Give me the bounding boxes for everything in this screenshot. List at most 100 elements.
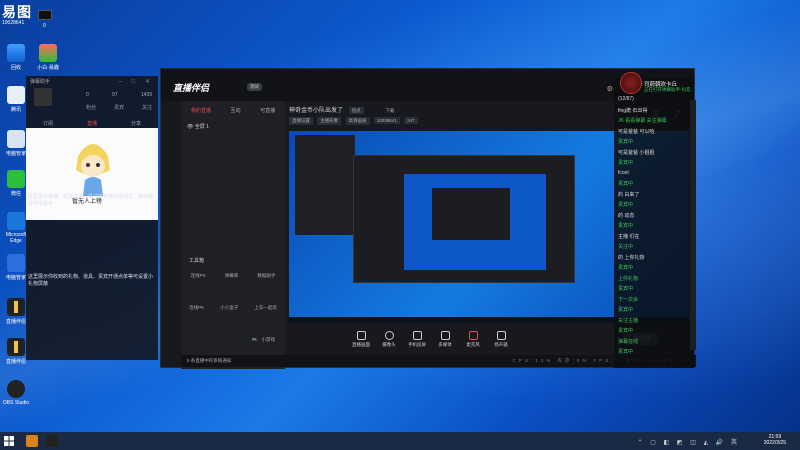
desktop-icon-label: OBS Studio (2, 400, 30, 406)
screen-icon (356, 331, 366, 340)
app-icon (39, 44, 57, 62)
play-icon (440, 331, 450, 340)
comment-overlay: 司蔚朝欢卡丘 正在打开弹幕助手·抖音 (12/87) fing爬 石出得 JK … (614, 72, 694, 368)
tool-row: 🎮 小游戏 (181, 337, 285, 343)
tab-subscribe[interactable]: 订阅 (43, 120, 53, 127)
scene-item[interactable]: 👁 全屏 1 (187, 123, 209, 130)
comment-line: 贵宾中 (618, 222, 692, 229)
comment-text: 白来了 (624, 191, 640, 198)
phone-cast-button[interactable]: 手机投屏 (403, 331, 431, 348)
live-title-text: 神奇金币小队出发了 (289, 108, 344, 114)
streamer-avatar[interactable] (620, 72, 642, 94)
comment-line: 贵宾中 (618, 264, 692, 271)
tool-item[interactable]: 数据助手 (257, 273, 275, 279)
desktop-icon-label: Microsoft Edge (5, 232, 27, 244)
comment-line: fing爬 石出得 (618, 107, 692, 114)
camera-button[interactable]: 摄像头 (375, 331, 403, 348)
desktop-icon-obs[interactable]: OBS Studio (2, 380, 30, 406)
window-controls[interactable]: ‒ □ ✕ (119, 78, 154, 85)
taskbar-live-icon[interactable] (46, 435, 58, 447)
download-label[interactable]: 下载 (385, 108, 394, 113)
tool-item[interactable]: 连线PK (191, 273, 206, 279)
system-tray[interactable]: ⌃ ▢ ◧ ◩ ◫ ◭ 🔊 英 (638, 437, 740, 446)
speaker-button[interactable]: 扬声器 (487, 331, 515, 348)
comment-line: 贵宾中 (618, 306, 692, 313)
comment-line: 的 白来了 (618, 191, 692, 198)
avatar[interactable] (34, 88, 52, 106)
qq-icon (7, 86, 25, 104)
comment-user: 可是爸爸 (618, 149, 639, 156)
control-label: 麦克风 (466, 342, 480, 347)
hint-message: 这里展示弹幕、贵宾进场、关注等开播互动消息，添加弹幕助手提示 (28, 194, 154, 207)
comment-user: 主播 (618, 233, 629, 240)
wechat-icon (7, 170, 25, 188)
edge-icon (7, 212, 25, 230)
control-label: 多媒体 (438, 342, 452, 347)
comment-scrollbar[interactable] (690, 100, 696, 350)
tool-item[interactable]: 小游戏 (262, 337, 276, 343)
notice-text[interactable]: 5 条直播中的系统通知 (187, 358, 231, 363)
sub-tab[interactable]: 贵宾 (114, 104, 124, 111)
eye-icon[interactable]: 👁 (187, 124, 193, 130)
comment-text: 贵宾中 (618, 328, 634, 334)
comment-line: 下一次会 (618, 296, 692, 303)
clock[interactable]: 21:59 2022/3/25 (764, 434, 786, 446)
desktop-icon-recycle[interactable]: 回收 (2, 44, 30, 71)
comment-text: 贵宾中 (618, 223, 634, 229)
tool-item[interactable]: 小小盒子 (220, 305, 238, 311)
danmaku-helper-panel: 弹幕助手 ‒ □ ✕ 0 97 1439 粉丝 贵宾 关注 订阅 直播 分享 暂… (26, 76, 158, 360)
stat-value: 97 (112, 92, 118, 98)
comment-text: 贵宾中 (618, 349, 634, 355)
meta-pill[interactable]: 主播形象 (317, 117, 342, 125)
stats-row: 0 97 1439 (86, 92, 152, 98)
tool-item[interactable]: 上车一起玩 (254, 305, 277, 311)
comment-text: 关注主播 (618, 317, 639, 324)
desktop-icon-label: 腾讯 (10, 107, 21, 113)
comment-line: 主播 们在 (618, 233, 692, 240)
mic-icon (468, 331, 478, 340)
obs-icon (7, 380, 25, 398)
sub-tab[interactable]: 关注 (142, 104, 152, 111)
desktop-icon-app[interactable]: 小白·易趣 (34, 44, 62, 71)
tab-share[interactable]: 分享 (131, 120, 141, 127)
tool-row: 连线PK 小小盒子 上车一起玩 (181, 305, 285, 311)
tab-my-live[interactable]: 我的直播 (191, 107, 211, 114)
sub-tab[interactable]: 粉丝 (86, 104, 96, 111)
top-count: 0 (43, 23, 46, 29)
topic-tag[interactable]: 热点 (348, 107, 364, 114)
comment-line: 贵宾中 (618, 159, 692, 166)
top-box-icon[interactable] (38, 10, 52, 20)
comment-text: 贵宾中 (618, 160, 634, 166)
comment-text: 可以哈 (639, 128, 655, 135)
comment-text: JK 看看弹幕 关注弹幕 (618, 118, 667, 124)
tool-item[interactable]: 连线PK (189, 305, 204, 311)
desktop-icon-label: 直播伴侣 (5, 319, 26, 325)
meta-pill[interactable]: 直播设置 (289, 117, 313, 125)
meta-pill: 10028641 (373, 117, 400, 124)
comment-text: 动态 (624, 212, 635, 219)
screen-button[interactable]: 直播画面 (347, 331, 375, 348)
panel-tabs: 订阅 直播 分享 (26, 120, 158, 127)
comment-user: 的 (618, 254, 624, 261)
windows-start-icon[interactable] (4, 436, 14, 446)
comment-line: 可是爸爸 小姐姐 (618, 149, 692, 156)
speaker-icon (496, 331, 506, 340)
side-tabs: 我的直播 互动 可直播 (181, 107, 285, 114)
top-logo: 易图 (2, 4, 32, 20)
candle-icon (14, 341, 18, 353)
comment-line: 贵宾中 (618, 201, 692, 208)
meta-pill[interactable]: 高清画质 (345, 117, 370, 125)
tab-live[interactable]: 直播 (87, 120, 97, 127)
tab-interact[interactable]: 互动 (230, 107, 240, 114)
media-button[interactable]: 多媒体 (431, 331, 459, 348)
taskbar-app-icon[interactable] (26, 435, 38, 447)
desktop-icon-label: 电脑管家 (5, 151, 26, 157)
control-label: 扬声器 (494, 342, 508, 347)
tool-item[interactable]: 弹幕库 (225, 273, 239, 279)
version-badge: 测试 (247, 83, 262, 91)
mic-button[interactable]: 麦克风 (459, 331, 487, 348)
comment-line: 上你礼物 (618, 275, 692, 282)
tab-available[interactable]: 可直播 (260, 107, 275, 114)
comment-user: (12/87) (618, 96, 634, 102)
gamepad-icon[interactable]: 🎮 (252, 337, 258, 343)
